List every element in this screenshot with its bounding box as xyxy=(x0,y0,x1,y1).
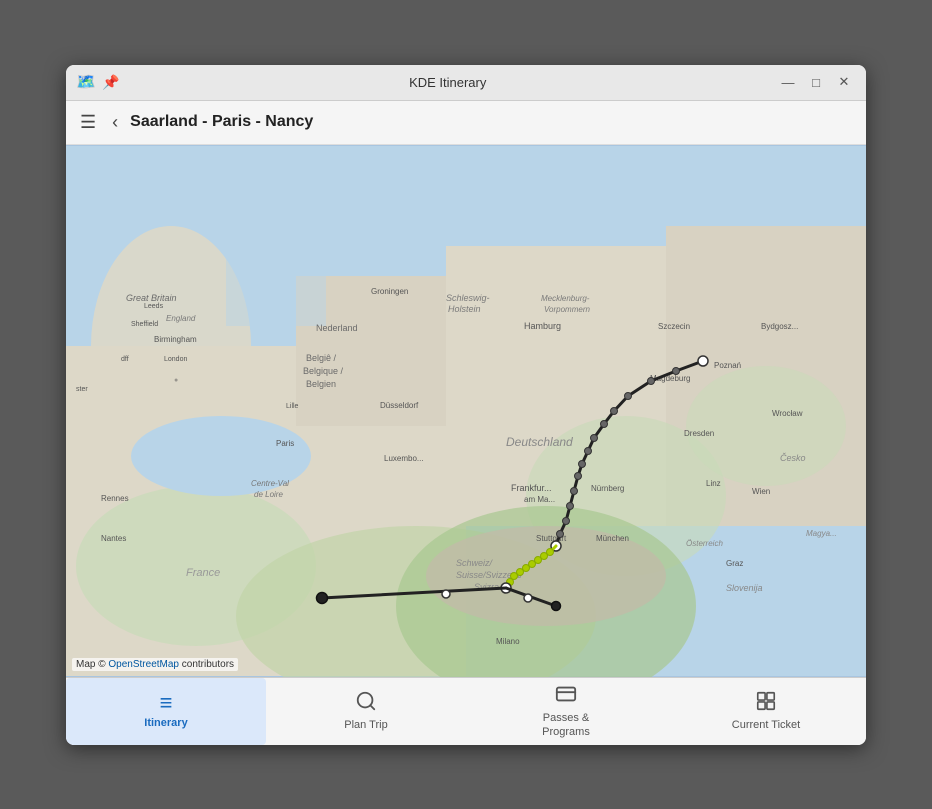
tab-passes-programs[interactable]: Passes & Programs xyxy=(466,678,666,745)
close-button[interactable]: ✕ xyxy=(832,70,856,94)
svg-text:de Loire: de Loire xyxy=(254,490,283,499)
svg-text:am Ma...: am Ma... xyxy=(524,495,555,504)
svg-text:Graz: Graz xyxy=(726,559,743,568)
passes-icon xyxy=(555,683,577,709)
svg-text:Deutschland: Deutschland xyxy=(506,435,573,449)
hamburger-menu-button[interactable]: ☰ xyxy=(76,108,100,137)
tab-current-ticket-label: Current Ticket xyxy=(732,719,800,732)
svg-text:Belgien: Belgien xyxy=(306,379,336,389)
svg-text:●: ● xyxy=(174,377,178,384)
svg-text:Nürnberg: Nürnberg xyxy=(591,484,624,493)
svg-text:Dresden: Dresden xyxy=(684,429,714,438)
svg-text:Frankfur...: Frankfur... xyxy=(511,483,552,493)
svg-text:Nederland: Nederland xyxy=(316,323,358,333)
svg-text:Schweiz/: Schweiz/ xyxy=(456,558,494,568)
tab-bar: ≡ Itinerary Plan Trip Passes & Programs xyxy=(66,677,866,745)
svg-text:France: France xyxy=(186,567,220,579)
title-bar-left: 🗺️ 📌 xyxy=(76,72,119,92)
svg-text:Česko: Česko xyxy=(780,453,806,463)
window-title: KDE Itinerary xyxy=(409,75,486,90)
tab-itinerary[interactable]: ≡ Itinerary xyxy=(66,678,266,745)
svg-text:Great Britain: Great Britain xyxy=(126,293,177,303)
svg-text:Düsseldorf: Düsseldorf xyxy=(380,401,419,410)
svg-text:Mecklenburg-: Mecklenburg- xyxy=(541,294,590,303)
svg-text:Rennes: Rennes xyxy=(101,494,129,503)
minimize-button[interactable]: — xyxy=(776,70,800,94)
pin-icon: 📌 xyxy=(102,74,119,91)
svg-text:Paris: Paris xyxy=(276,439,294,448)
tab-plan-trip[interactable]: Plan Trip xyxy=(266,678,466,745)
svg-text:Milano: Milano xyxy=(496,637,520,646)
back-button[interactable]: ‹ xyxy=(108,108,122,137)
svg-text:Slovenija: Slovenija xyxy=(726,583,763,593)
svg-text:Wien: Wien xyxy=(752,487,770,496)
svg-text:Schleswig-: Schleswig- xyxy=(446,293,490,303)
svg-text:Linz: Linz xyxy=(706,479,721,488)
svg-text:Birmingham: Birmingham xyxy=(154,335,197,344)
svg-text:Leeds: Leeds xyxy=(144,303,164,310)
svg-text:Vorpommern: Vorpommern xyxy=(544,305,590,314)
svg-text:Holstein: Holstein xyxy=(448,304,481,314)
app-window: 🗺️ 📌 KDE Itinerary — □ ✕ ☰ ‹ Saarland - … xyxy=(66,65,866,745)
nav-bar: ☰ ‹ Saarland - Paris - Nancy xyxy=(66,101,866,145)
current-ticket-icon xyxy=(755,690,777,716)
map-svg: Great Britain England Birmingham London … xyxy=(66,145,866,677)
svg-text:Belgiê /: Belgiê / xyxy=(306,353,337,363)
svg-text:ster: ster xyxy=(76,386,88,393)
tab-itinerary-label: Itinerary xyxy=(144,717,187,730)
plan-trip-icon xyxy=(355,690,377,716)
hamburger-icon: ☰ xyxy=(80,112,96,132)
svg-text:Lille: Lille xyxy=(286,403,299,410)
svg-text:dff: dff xyxy=(121,356,129,363)
svg-text:Wrocław: Wrocław xyxy=(772,409,803,418)
svg-text:Magya...: Magya... xyxy=(806,529,837,538)
tab-passes-label: Passes & Programs xyxy=(542,712,590,738)
back-icon: ‹ xyxy=(112,112,118,132)
svg-text:Bydgosz...: Bydgosz... xyxy=(761,322,798,331)
window-controls: — □ ✕ xyxy=(776,70,856,94)
openstreetmap-link[interactable]: OpenStreetMap xyxy=(108,659,179,670)
app-icon: 🗺️ xyxy=(76,72,96,92)
svg-text:Hamburg: Hamburg xyxy=(524,321,561,331)
svg-text:Belgique /: Belgique / xyxy=(303,366,344,376)
svg-text:Österreich: Österreich xyxy=(686,539,723,548)
svg-text:London: London xyxy=(164,356,187,363)
tab-current-ticket[interactable]: Current Ticket xyxy=(666,678,866,745)
nav-title: Saarland - Paris - Nancy xyxy=(130,113,313,131)
svg-text:Sheffield: Sheffield xyxy=(131,321,158,328)
svg-text:Luxembo...: Luxembo... xyxy=(384,454,424,463)
maximize-button[interactable]: □ xyxy=(804,70,828,94)
svg-text:Poznań: Poznań xyxy=(714,361,741,370)
svg-text:Nantes: Nantes xyxy=(101,534,126,543)
map-attribution: Map © OpenStreetMap contributors xyxy=(72,658,238,671)
svg-text:München: München xyxy=(596,534,629,543)
tab-plan-trip-label: Plan Trip xyxy=(344,719,387,732)
svg-text:Groningen: Groningen xyxy=(371,287,408,296)
title-bar: 🗺️ 📌 KDE Itinerary — □ ✕ xyxy=(66,65,866,101)
itinerary-icon: ≡ xyxy=(160,692,173,714)
svg-text:Centre-Val: Centre-Val xyxy=(251,479,289,488)
svg-text:Szczecin: Szczecin xyxy=(658,322,690,331)
map-area[interactable]: Great Britain England Birmingham London … xyxy=(66,145,866,677)
svg-text:England: England xyxy=(166,314,196,323)
